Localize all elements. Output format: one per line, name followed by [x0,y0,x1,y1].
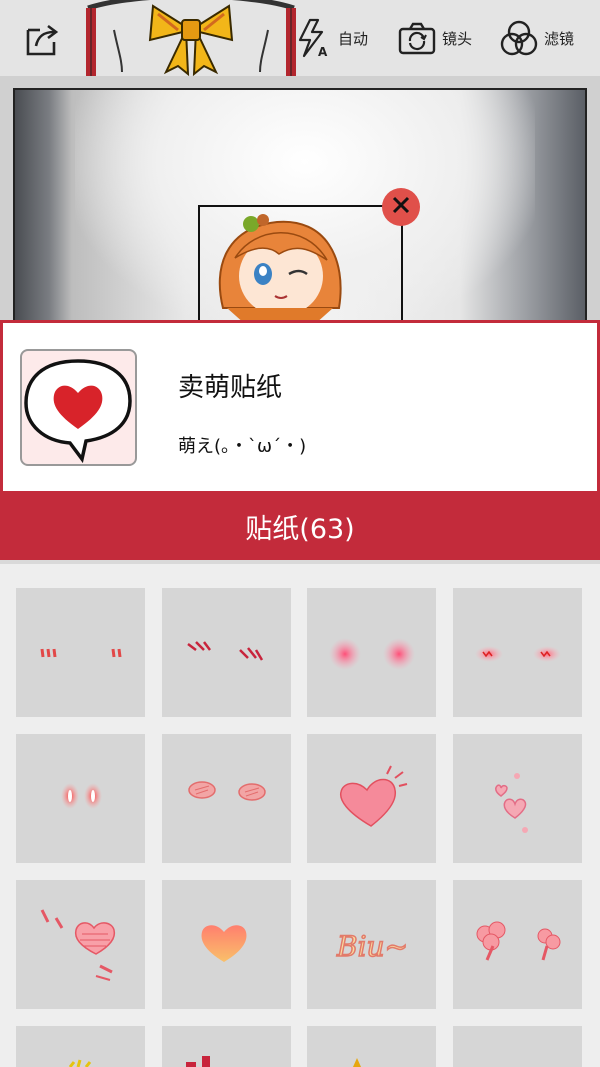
remove-sticker-button[interactable] [382,188,420,226]
anime-girl-sticker[interactable] [205,208,355,324]
filter-button[interactable]: 滤镜 [500,16,574,60]
sticker-pack-title: 卖萌贴纸 [178,373,283,403]
flash-auto-label: 自动 [338,29,369,48]
filter-circles-icon [500,19,538,57]
partial-sticker-2[interactable] [162,1026,291,1067]
decorative-bow-frame [78,0,304,77]
divider [0,560,600,564]
camera-switch-label: 镜头 [442,29,473,48]
pink-clouds-sticker[interactable] [453,880,582,1009]
close-icon [391,195,411,219]
sticker-tab-button[interactable]: 贴纸(63) [0,492,600,560]
share-export-icon[interactable] [22,18,62,58]
flash-auto-icon: A [296,18,332,58]
biu-text-sticker[interactable]: Biu~ [307,880,436,1009]
partial-sticker-4[interactable] [453,1026,582,1067]
blush-slashes-sticker[interactable] [162,588,291,717]
partial-sticker-3[interactable] [307,1026,436,1067]
glowing-eyes-sticker[interactable] [16,734,145,863]
svg-text:A: A [318,45,328,58]
sticker-pack-info[interactable]: 卖萌贴纸 萌え(。・`ω´・) [3,323,597,491]
sticker-pack-description: 萌え(。・`ω´・) [178,436,307,457]
camera-switch-button[interactable]: 镜头 [398,16,472,60]
small-hearts-sticker[interactable] [453,734,582,863]
scribble-heart-sticker[interactable] [307,734,436,863]
camera-switch-icon [398,21,436,55]
heart-speech-bubble-icon [20,349,137,466]
sticker-pack-card: 卖萌贴纸 萌え(。・`ω´・) [0,320,600,492]
striped-heart-sticker[interactable] [16,880,145,1009]
flash-auto-button[interactable]: A 自动 [296,16,368,60]
svg-text:Biu~: Biu~ [336,930,408,963]
filter-label: 滤镜 [544,29,575,48]
pink-glow-cheeks-sticker[interactable] [307,588,436,717]
partial-sticker-1[interactable] [16,1026,145,1067]
top-toolbar: A 自动 镜头 滤镜 [0,0,600,77]
sticker-tab-label: 贴纸(63) [245,513,355,545]
red-scribble-cheeks-sticker[interactable] [453,588,582,717]
oval-blush-sticker[interactable] [162,734,291,863]
orange-heart-sticker[interactable] [162,880,291,1009]
blush-lines-sticker[interactable] [16,588,145,717]
